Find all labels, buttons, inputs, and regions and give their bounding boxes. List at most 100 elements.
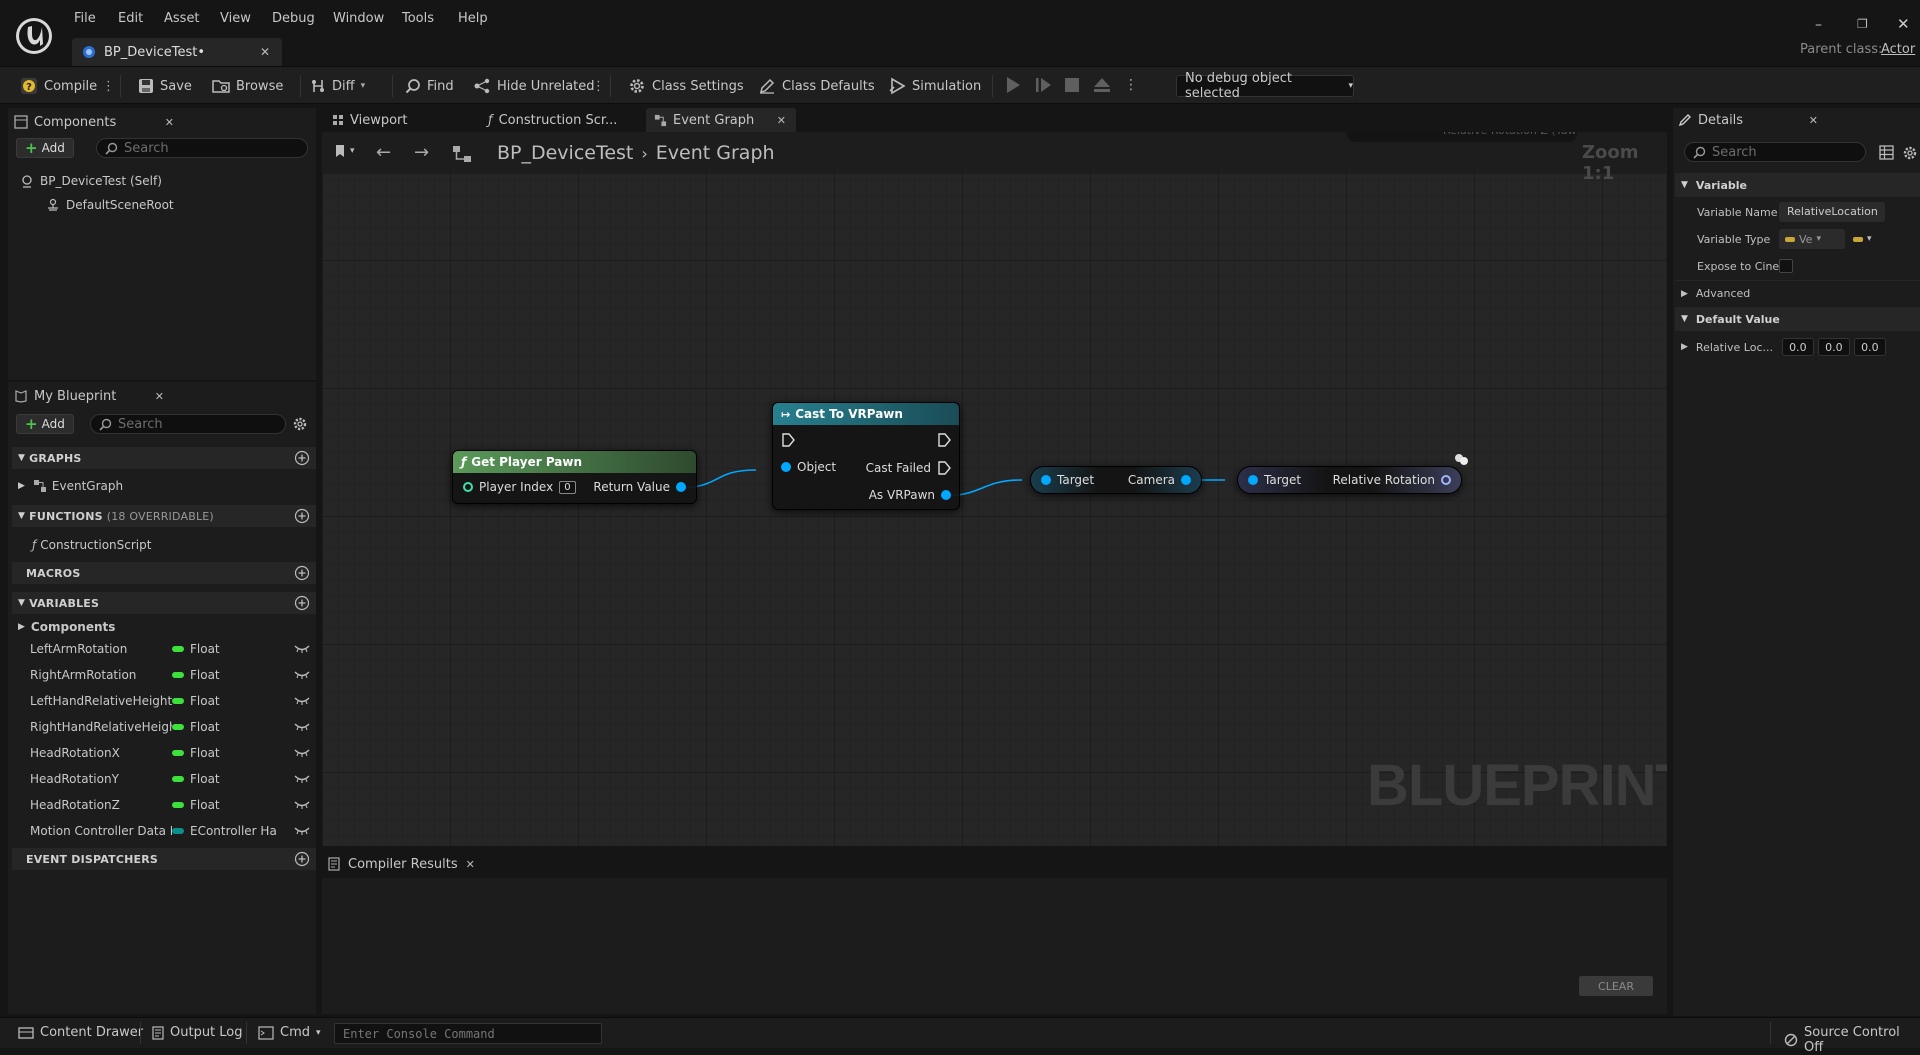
compile-options-icon[interactable]: ⋮ bbox=[102, 76, 115, 96]
add-component-button[interactable]: + Add bbox=[16, 138, 74, 158]
my-blueprint-search[interactable] bbox=[90, 414, 286, 434]
restore-icon[interactable]: ❐ bbox=[1857, 17, 1868, 31]
details-search-input[interactable] bbox=[1712, 144, 1852, 160]
variable-item[interactable]: LeftHandRelativeHeight Float bbox=[12, 690, 316, 712]
close-icon[interactable]: ✕ bbox=[1809, 114, 1818, 127]
output-log-button[interactable]: Output Log bbox=[152, 1025, 243, 1040]
close-icon[interactable]: ✕ bbox=[165, 116, 174, 129]
menu-view[interactable]: View bbox=[220, 11, 251, 26]
browse-button[interactable]: Browse bbox=[212, 76, 283, 96]
variable-item[interactable]: RightHandRelativeHeight Float bbox=[12, 716, 316, 738]
variable-item[interactable]: HeadRotationX Float bbox=[12, 742, 316, 764]
close-icon[interactable]: ✕ bbox=[260, 45, 270, 59]
player-index-value[interactable]: 0 bbox=[559, 480, 576, 494]
my-blueprint-tab[interactable]: My Blueprint ✕ bbox=[14, 384, 164, 408]
details-default-value-section[interactable]: ▼ Default Value bbox=[1675, 307, 1920, 331]
graph-item-eventgraph[interactable]: ▶ EventGraph bbox=[12, 475, 316, 497]
menu-file[interactable]: File bbox=[74, 11, 96, 26]
eye-closed-icon[interactable] bbox=[294, 644, 310, 654]
content-drawer-button[interactable]: Content Drawer bbox=[18, 1025, 143, 1040]
menu-help[interactable]: Help bbox=[458, 11, 488, 26]
components-search-input[interactable] bbox=[124, 140, 274, 156]
variable-item[interactable]: Motion Controller Data Han EController Ha bbox=[12, 820, 316, 842]
menu-window[interactable]: Window bbox=[333, 11, 384, 26]
function-item-constructionscript[interactable]: ƒ ConstructionScript bbox=[12, 534, 316, 556]
step-icon[interactable] bbox=[1034, 75, 1052, 95]
find-button[interactable]: Find bbox=[405, 76, 454, 96]
macros-section[interactable]: MACROS bbox=[12, 562, 316, 584]
eye-closed-icon[interactable] bbox=[294, 774, 310, 784]
pin-rotation-target[interactable]: Target bbox=[1248, 473, 1301, 487]
add-graph-icon[interactable] bbox=[294, 450, 310, 466]
unreal-logo-icon[interactable] bbox=[14, 16, 54, 56]
details-tab[interactable]: Details ✕ bbox=[1678, 108, 1818, 132]
eye-closed-icon[interactable] bbox=[294, 670, 310, 680]
pin-camera-out[interactable]: Camera bbox=[1128, 473, 1191, 487]
location-y-field[interactable]: 0.0 bbox=[1817, 338, 1850, 356]
parent-class-link[interactable]: Actor bbox=[1881, 42, 1915, 57]
variable-item[interactable]: LeftArmRotation Float bbox=[12, 638, 316, 660]
details-search[interactable] bbox=[1684, 142, 1866, 162]
gear-icon[interactable] bbox=[1902, 145, 1918, 161]
pin-exec-out[interactable] bbox=[937, 433, 951, 447]
pin-as-vrpawn[interactable]: As VRPawn bbox=[869, 488, 951, 502]
simulation-button[interactable]: Simulation bbox=[888, 76, 981, 96]
pin-cast-failed[interactable]: Cast Failed bbox=[866, 461, 951, 475]
component-default-scene-root[interactable]: DefaultSceneRoot bbox=[46, 198, 174, 212]
components-search[interactable] bbox=[96, 138, 308, 158]
stop-icon[interactable] bbox=[1064, 75, 1080, 95]
variable-item[interactable]: RightArmRotation Float bbox=[12, 664, 316, 686]
tab-compiler-results[interactable]: Compiler Results ✕ bbox=[328, 852, 488, 876]
eye-closed-icon[interactable] bbox=[294, 800, 310, 810]
location-x-field[interactable]: 0.0 bbox=[1781, 338, 1814, 356]
eye-closed-icon[interactable] bbox=[294, 748, 310, 758]
add-variable-icon[interactable] bbox=[294, 595, 310, 611]
pin-object[interactable]: Object bbox=[781, 460, 836, 474]
pin-relative-rotation-out[interactable]: Relative Rotation bbox=[1333, 473, 1451, 487]
eject-icon[interactable] bbox=[1092, 75, 1112, 95]
cmd-dropdown[interactable]: Cmd ▾ bbox=[258, 1025, 321, 1040]
hide-unrelated-button[interactable]: Hide Unrelated bbox=[473, 76, 595, 96]
save-button[interactable]: Save bbox=[138, 76, 192, 96]
pin-exec-in[interactable] bbox=[781, 433, 795, 447]
menu-debug[interactable]: Debug bbox=[272, 11, 315, 26]
eye-closed-icon[interactable] bbox=[294, 696, 310, 706]
location-z-field[interactable]: 0.0 bbox=[1853, 338, 1886, 356]
console-command-input[interactable] bbox=[343, 1026, 593, 1041]
eye-closed-icon[interactable] bbox=[294, 722, 310, 732]
add-member-button[interactable]: + Add bbox=[16, 414, 74, 434]
hide-unrelated-options-icon[interactable]: ⋮ bbox=[592, 76, 605, 96]
event-dispatchers-section[interactable]: EVENT DISPATCHERS bbox=[12, 848, 316, 870]
play-icon[interactable] bbox=[1004, 75, 1022, 95]
menu-tools[interactable]: Tools bbox=[402, 11, 434, 26]
console-command-field[interactable] bbox=[334, 1023, 602, 1044]
debug-object-dropdown[interactable]: No debug object selected ▾ bbox=[1176, 71, 1354, 101]
diff-button[interactable]: Diff ▾ bbox=[310, 76, 365, 96]
eye-closed-icon[interactable] bbox=[294, 826, 310, 836]
node-cast-to-vrpawn[interactable]: ↦ Cast To VRPawn Object Cast Failed As V… bbox=[772, 402, 960, 510]
pin-camera-target[interactable]: Target bbox=[1041, 473, 1094, 487]
close-icon[interactable]: ✕ bbox=[466, 858, 475, 871]
tab-construction-script[interactable]: ƒ Construction Scr... bbox=[482, 108, 642, 132]
variables-components-group[interactable]: ▶ Components bbox=[12, 616, 316, 638]
node-get-player-pawn[interactable]: ƒ Get Player Pawn Player Index 0 Return … bbox=[452, 450, 697, 504]
menu-asset[interactable]: Asset bbox=[164, 11, 200, 26]
node-get-relative-rotation[interactable]: Target Relative Rotation bbox=[1237, 466, 1462, 494]
container-type-dropdown[interactable]: ▾ bbox=[1853, 234, 1872, 244]
expose-to-cinematics-checkbox[interactable] bbox=[1779, 259, 1793, 273]
my-blueprint-search-input[interactable] bbox=[118, 416, 248, 432]
variable-type-dropdown[interactable]: Ve ▾ bbox=[1779, 229, 1845, 249]
add-function-icon[interactable] bbox=[294, 508, 310, 524]
node-get-camera[interactable]: Target Camera bbox=[1030, 466, 1202, 494]
document-tab[interactable]: BP_DeviceTest• ✕ bbox=[72, 38, 282, 66]
pin-player-index[interactable]: Player Index 0 bbox=[463, 480, 576, 494]
add-event-dispatcher-icon[interactable] bbox=[294, 851, 310, 867]
table-view-icon[interactable] bbox=[1879, 145, 1894, 160]
tab-event-graph[interactable]: Event Graph ✕ bbox=[646, 108, 796, 132]
details-variable-section[interactable]: ▼ Variable bbox=[1675, 173, 1920, 197]
variable-item[interactable]: HeadRotationZ Float bbox=[12, 794, 316, 816]
node-comment-bubble-icon[interactable] bbox=[1453, 453, 1471, 467]
class-settings-button[interactable]: Class Settings bbox=[628, 76, 744, 96]
tab-viewport[interactable]: Viewport bbox=[326, 108, 476, 132]
window-close-icon[interactable]: ✕ bbox=[1897, 15, 1910, 33]
